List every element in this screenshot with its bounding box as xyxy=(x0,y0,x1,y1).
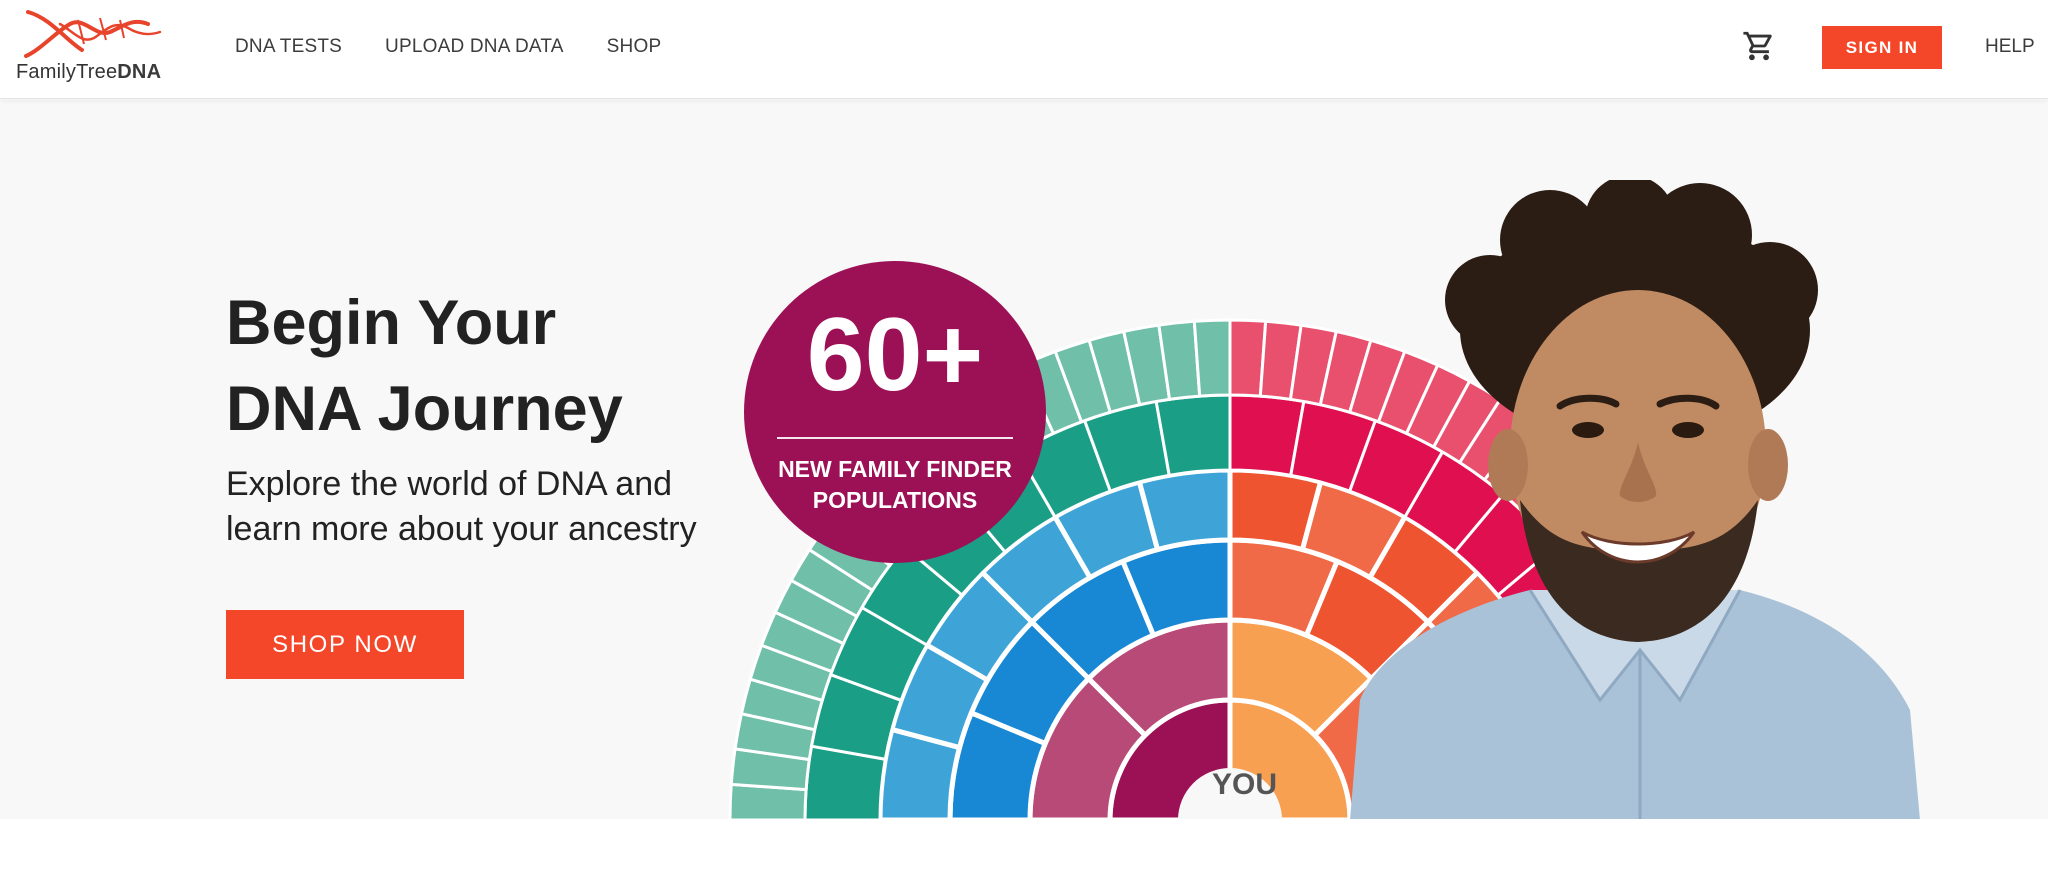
main-nav: DNA TESTS UPLOAD DNA DATA SHOP xyxy=(235,36,704,58)
cart-icon[interactable] xyxy=(1742,29,1776,63)
site-header: FamilyTreeDNA DNA TESTS UPLOAD DNA DATA … xyxy=(0,0,2048,99)
hero-subtitle-line-1: Explore the world of DNA and xyxy=(226,465,673,503)
hero-section: Begin Your DNA Journey Explore the world… xyxy=(0,100,2048,819)
dna-helix-logo-icon xyxy=(24,10,162,58)
badge-label: NEW FAMILY FINDER POPULATIONS xyxy=(764,454,1026,516)
fan-chart-segment xyxy=(1154,393,1232,478)
hero-title-line-2: DNA Journey xyxy=(226,374,623,444)
hero-subtitle: Explore the world of DNA and learn more … xyxy=(226,462,746,552)
new-populations-badge: 60+ NEW FAMILY FINDER POPULATIONS xyxy=(744,261,1046,563)
logo-wordmark-bold: DNA xyxy=(117,61,162,83)
shopping-cart-icon xyxy=(1743,31,1772,61)
badge-number: 60+ xyxy=(806,297,984,413)
help-link[interactable]: HELP xyxy=(1985,36,2035,58)
hero-subtitle-line-2: learn more about your ancestry xyxy=(226,510,697,548)
smiling-man-photo xyxy=(1350,180,1920,819)
nav-item-shop[interactable]: SHOP xyxy=(607,36,662,58)
fan-chart-segment xyxy=(1192,318,1232,398)
sign-in-button[interactable]: SIGN IN xyxy=(1822,26,1942,69)
logo-wordmark-light: FamilyTree xyxy=(16,61,118,83)
fan-chart-segment xyxy=(1136,467,1233,553)
badge-label-line-2: POPULATIONS xyxy=(812,487,978,513)
badge-divider xyxy=(777,437,1013,439)
hero-title-line-1: Begin Your xyxy=(226,288,557,358)
badge-label-line-1: NEW FAMILY FINDER xyxy=(778,456,1012,482)
hero-title: Begin Your DNA Journey xyxy=(226,280,786,452)
you-center-label: YOU xyxy=(1212,768,1278,801)
shop-now-button[interactable]: SHOP NOW xyxy=(226,610,464,679)
logo-wordmark: FamilyTreeDNA xyxy=(16,61,161,84)
familytreedna-logo[interactable]: FamilyTreeDNA xyxy=(14,10,174,86)
nav-item-dna-tests[interactable]: DNA TESTS xyxy=(235,36,342,58)
nav-item-upload-dna-data[interactable]: UPLOAD DNA DATA xyxy=(385,36,564,58)
